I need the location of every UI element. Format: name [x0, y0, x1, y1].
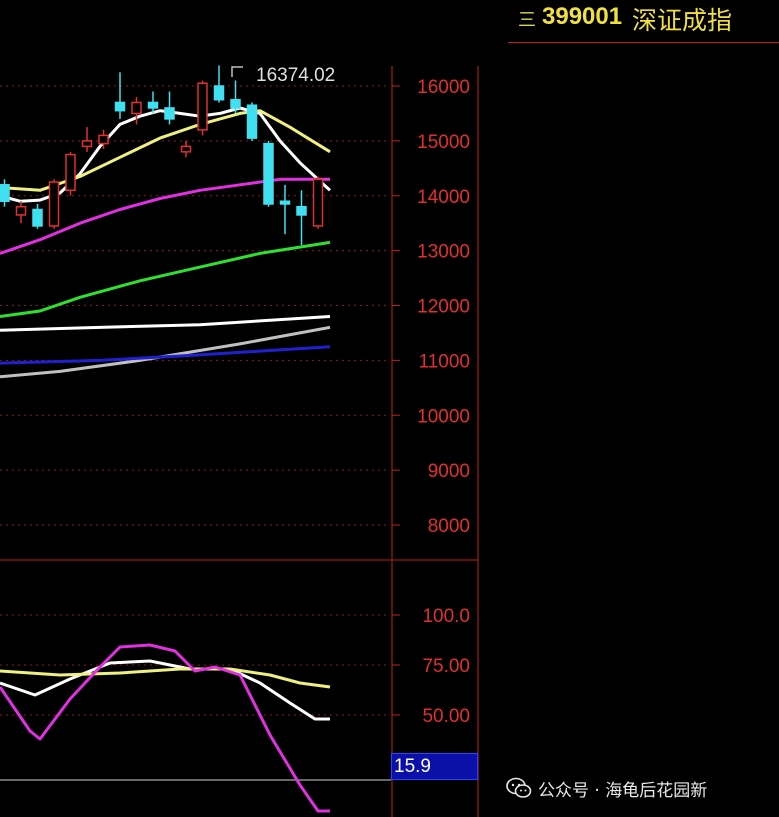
- candle: [164, 91, 175, 125]
- candle-body-down: [0, 184, 10, 202]
- candlesticks: [0, 65, 324, 246]
- ma250-line: [0, 325, 331, 379]
- candle-body-down: [246, 104, 258, 139]
- max-price-label: 16374.02: [256, 65, 335, 86]
- candle-body-down: [263, 142, 274, 205]
- candle: [81, 127, 93, 152]
- candle: [312, 176, 324, 229]
- candle-body-up: [81, 140, 93, 148]
- stock-chart: 16000 15000 14000 13000 12000 11000 10000 9000 8…: [0, 65, 479, 817]
- ma120-line: [0, 315, 331, 332]
- candle: [0, 179, 10, 207]
- indicator-tick-labels: 100.0 75.00 50.00: [422, 606, 470, 727]
- candle: [263, 140, 274, 207]
- candle-body-up: [312, 178, 324, 227]
- menu-lines-icon[interactable]: 三: [518, 6, 536, 32]
- indicator-tick-label: 75.00: [422, 656, 470, 677]
- header-underline: [508, 42, 779, 43]
- candle-body-down: [213, 85, 225, 101]
- candle-body-up: [98, 134, 109, 145]
- indicator-lines: [0, 643, 331, 813]
- indicator-value-box: 15.9: [391, 753, 478, 780]
- candle-body-down: [147, 101, 159, 109]
- candle-body-down: [296, 205, 307, 216]
- price-tick-labels: 16000 15000 14000 13000 12000 11000 10000 9000 8…: [417, 77, 470, 537]
- indicator-tick-label: 50.00: [422, 706, 470, 727]
- price-tick-label: 10000: [417, 406, 470, 427]
- price-tick-label: 12000: [417, 297, 470, 318]
- candle-body-up: [65, 153, 76, 192]
- price-tick-label: 13000: [417, 242, 470, 263]
- price-tick-label: 11000: [419, 351, 470, 372]
- price-tick-label: 16000: [417, 77, 470, 98]
- price-tick-label: 15000: [417, 132, 470, 153]
- candle: [246, 102, 258, 141]
- price-tick-label: 14000: [417, 187, 470, 208]
- candle: [197, 80, 208, 136]
- max-marker-arrow: [231, 66, 243, 77]
- candle-body-up: [48, 181, 60, 227]
- candle: [114, 72, 126, 119]
- index-code: 399001: [542, 3, 623, 30]
- candle: [15, 201, 27, 224]
- candle: [279, 184, 291, 235]
- candle: [230, 80, 241, 114]
- candle-body-down: [114, 101, 126, 112]
- candle: [180, 140, 192, 158]
- indicator-value: 15.9: [394, 756, 431, 777]
- candle: [296, 190, 307, 246]
- candle-body-down: [32, 208, 43, 227]
- candle-body-up: [180, 145, 192, 153]
- candle-body-up: [131, 101, 142, 115]
- candle: [213, 65, 225, 103]
- watermark-text: 公众号 · 海龟后花园新: [538, 780, 708, 801]
- price-tick-label: 9000: [428, 461, 470, 482]
- candle: [147, 91, 159, 114]
- watermark: 公众号 · 海龟后花园新: [506, 774, 707, 802]
- candle-body-down: [279, 200, 291, 205]
- wechat-icon: [506, 777, 532, 798]
- d_line-line: [0, 667, 331, 689]
- grid-lines: [0, 85, 400, 716]
- candle: [32, 203, 43, 229]
- chart-header: 三 399001 深证成指: [514, 0, 779, 40]
- candle: [65, 151, 76, 196]
- candle-body-up: [15, 205, 27, 216]
- candle-body-down: [230, 98, 241, 109]
- max-price-marker: 16374.02: [231, 65, 335, 86]
- indicator-tick-label: 100.0: [422, 606, 470, 627]
- price-tick-label: 8000: [428, 516, 470, 537]
- candle-body-down: [164, 107, 175, 120]
- candle: [48, 179, 60, 229]
- moving-average-lines: [0, 106, 332, 379]
- candle-body-up: [197, 82, 208, 131]
- index-name: 深证成指: [632, 6, 733, 35]
